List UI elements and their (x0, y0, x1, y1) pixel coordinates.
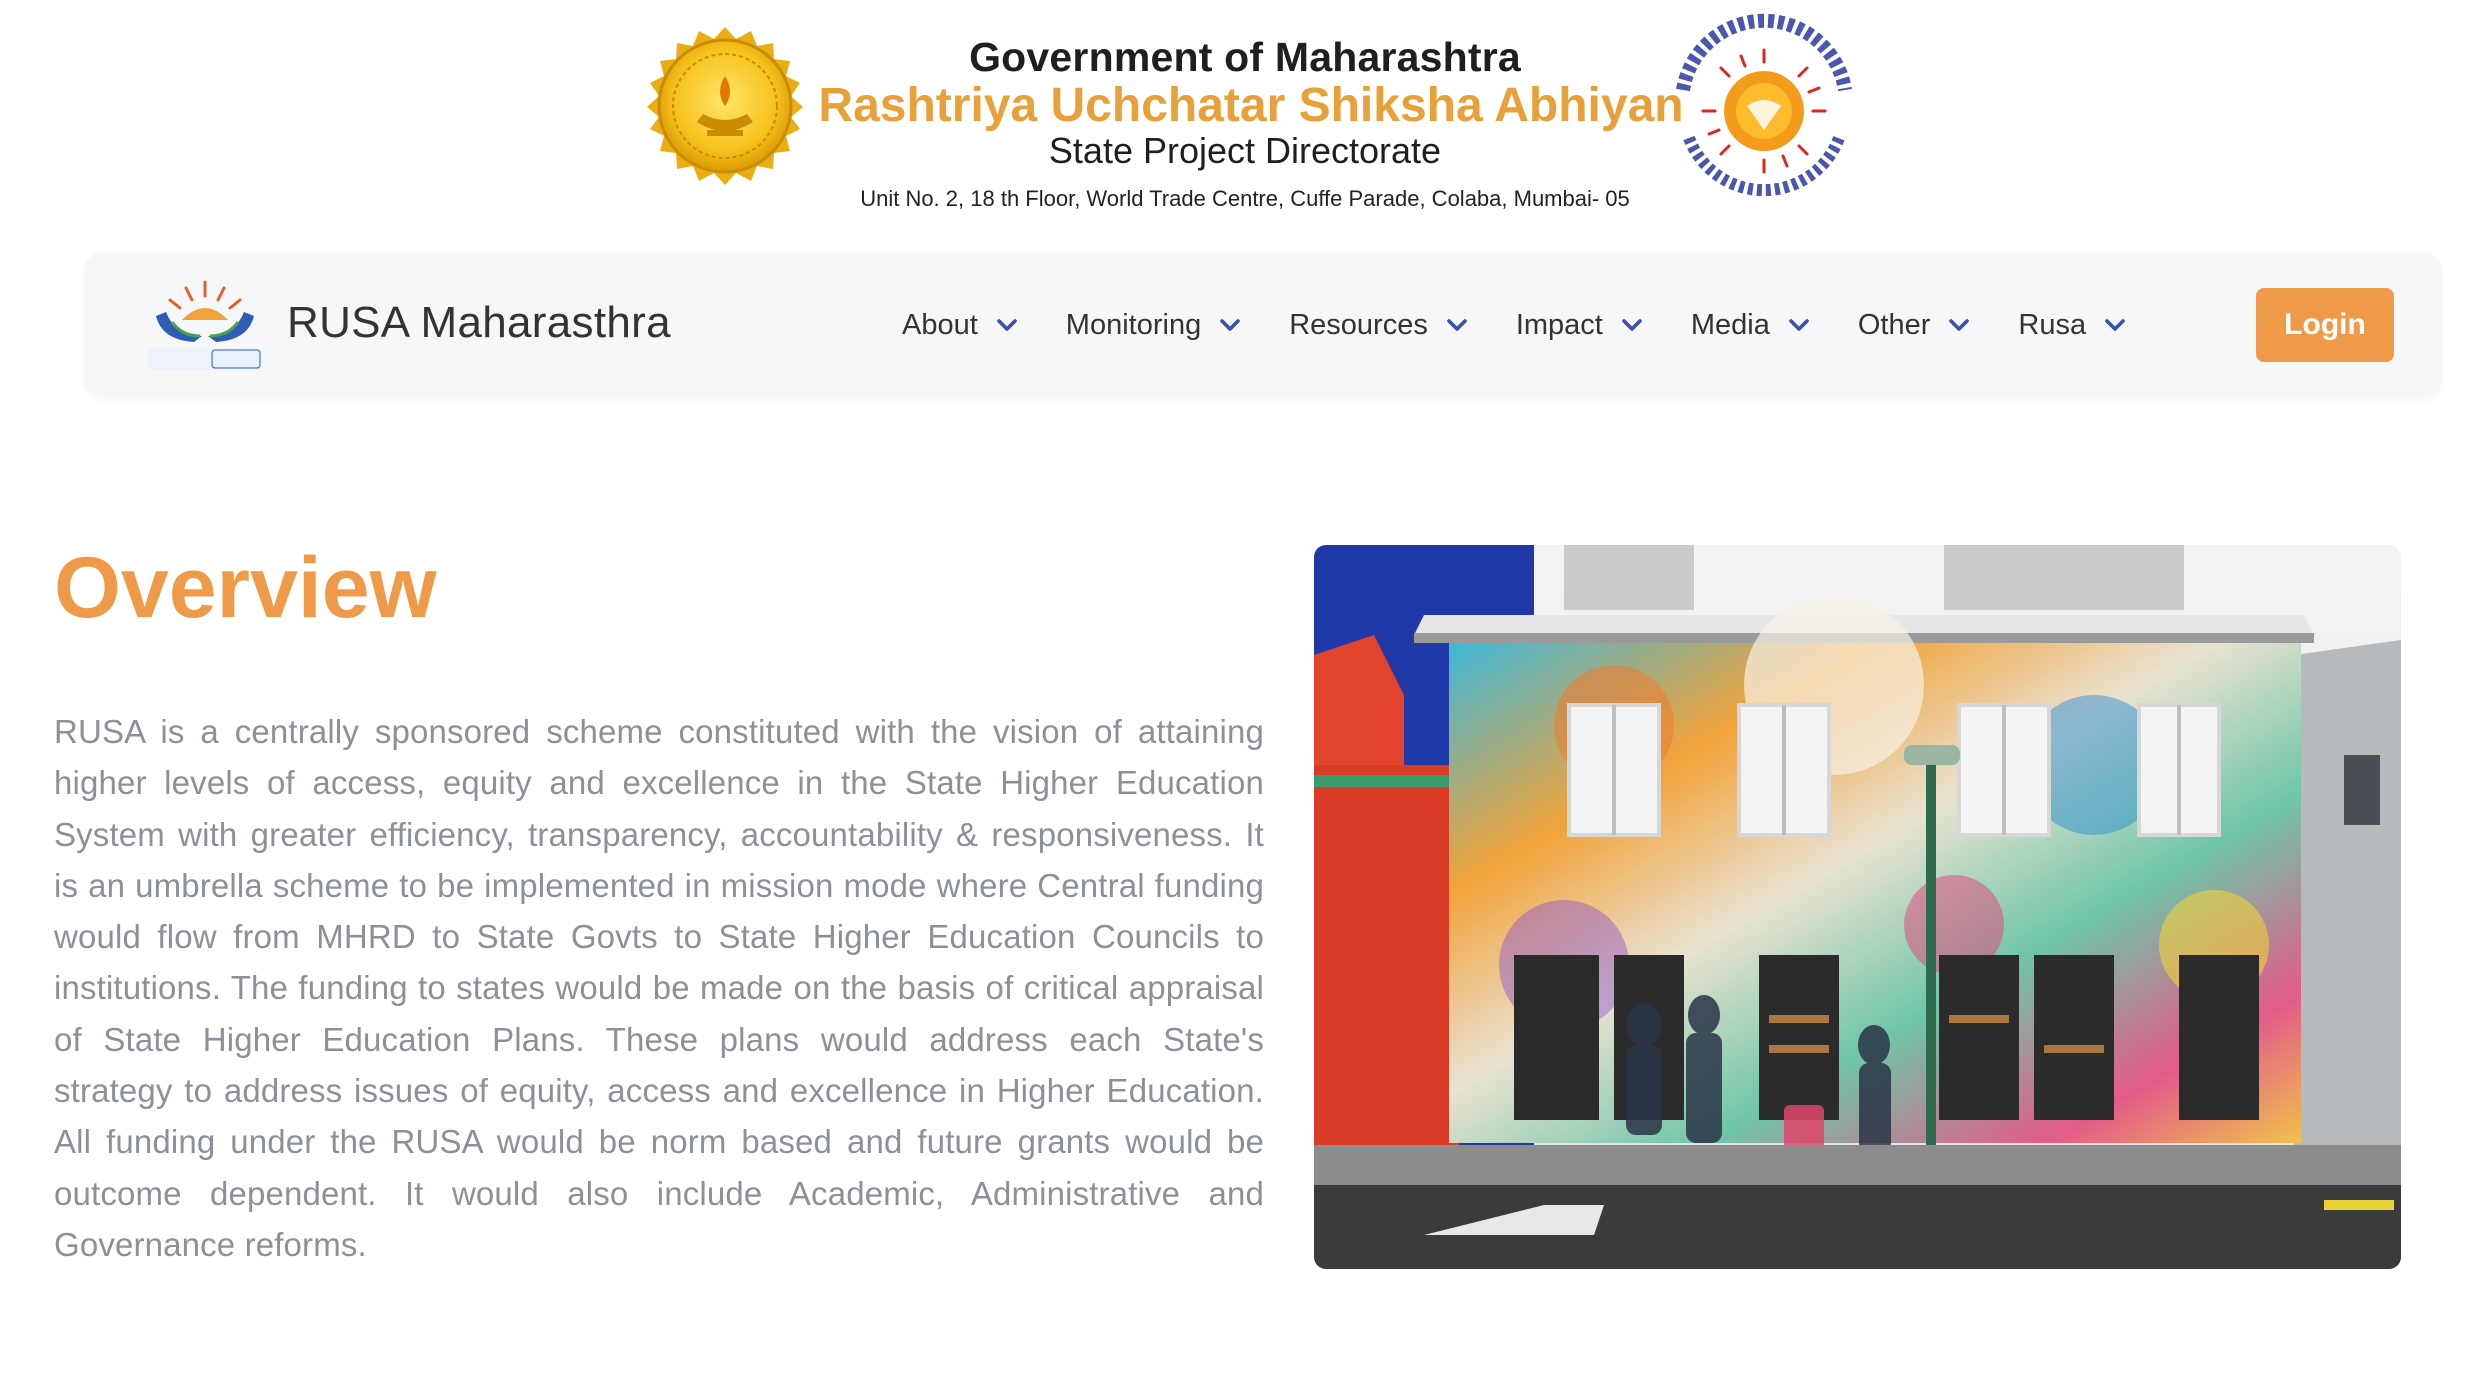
pm-usha-logo-icon[interactable] (142, 276, 268, 374)
program-title: Rashtriya Uchchatar Shiksha Abhiyan (818, 79, 1684, 132)
chevron-down-icon (1949, 319, 1970, 331)
overview-title: Overview (54, 540, 437, 636)
chevron-down-icon (1622, 319, 1642, 331)
chevron-down-icon (996, 319, 1017, 331)
chevron-down-icon (1220, 319, 1241, 331)
login-button[interactable]: Login (2256, 288, 2394, 362)
colorful-mural-building-photo (1314, 545, 2401, 1269)
nav-item-label: Rusa (2018, 308, 2087, 341)
directorate-title: State Project Directorate (1048, 130, 1442, 171)
government-title: Government of Maharashtra (969, 34, 1521, 80)
nav-item-media[interactable]: Media (1691, 295, 1810, 355)
nav-item-label: Impact (1515, 308, 1603, 341)
nav-menu: About Monitoring Resources Impact Media … (902, 252, 2174, 398)
brand-name[interactable]: RUSA Maharasthra (287, 298, 671, 348)
nav-item-impact[interactable]: Impact (1516, 295, 1643, 355)
mural-illustration (1314, 545, 2401, 1269)
chevron-down-icon (1789, 319, 1809, 331)
nav-item-label: About (902, 308, 978, 341)
chevron-down-icon (1447, 319, 1467, 331)
nav-item-label: Resources (1289, 308, 1428, 341)
nav-item-other[interactable]: Other (1858, 295, 1971, 355)
nav-item-label: Media (1690, 308, 1770, 341)
nav-item-rusa[interactable]: Rusa (2018, 295, 2126, 355)
nav-item-about[interactable]: About (902, 295, 1018, 355)
nav-item-label: Monitoring (1065, 308, 1202, 341)
main-navbar: RUSA Maharasthra About Monitoring Resour… (84, 252, 2442, 398)
address-text: Unit No. 2, 18 th Floor, World Trade Cen… (860, 186, 1630, 211)
national-higher-education-mission-logo-icon (1676, 13, 1852, 197)
nav-item-monitoring[interactable]: Monitoring (1066, 295, 1241, 355)
nav-item-resources[interactable]: Resources (1289, 295, 1468, 355)
nav-item-label: Other (1857, 308, 1931, 341)
chevron-down-icon (2105, 319, 2125, 331)
site-banner: Government of Maharashtra Rashtriya Uchc… (0, 0, 2490, 230)
overview-text: RUSA is a centrally sponsored scheme con… (54, 713, 1264, 1263)
